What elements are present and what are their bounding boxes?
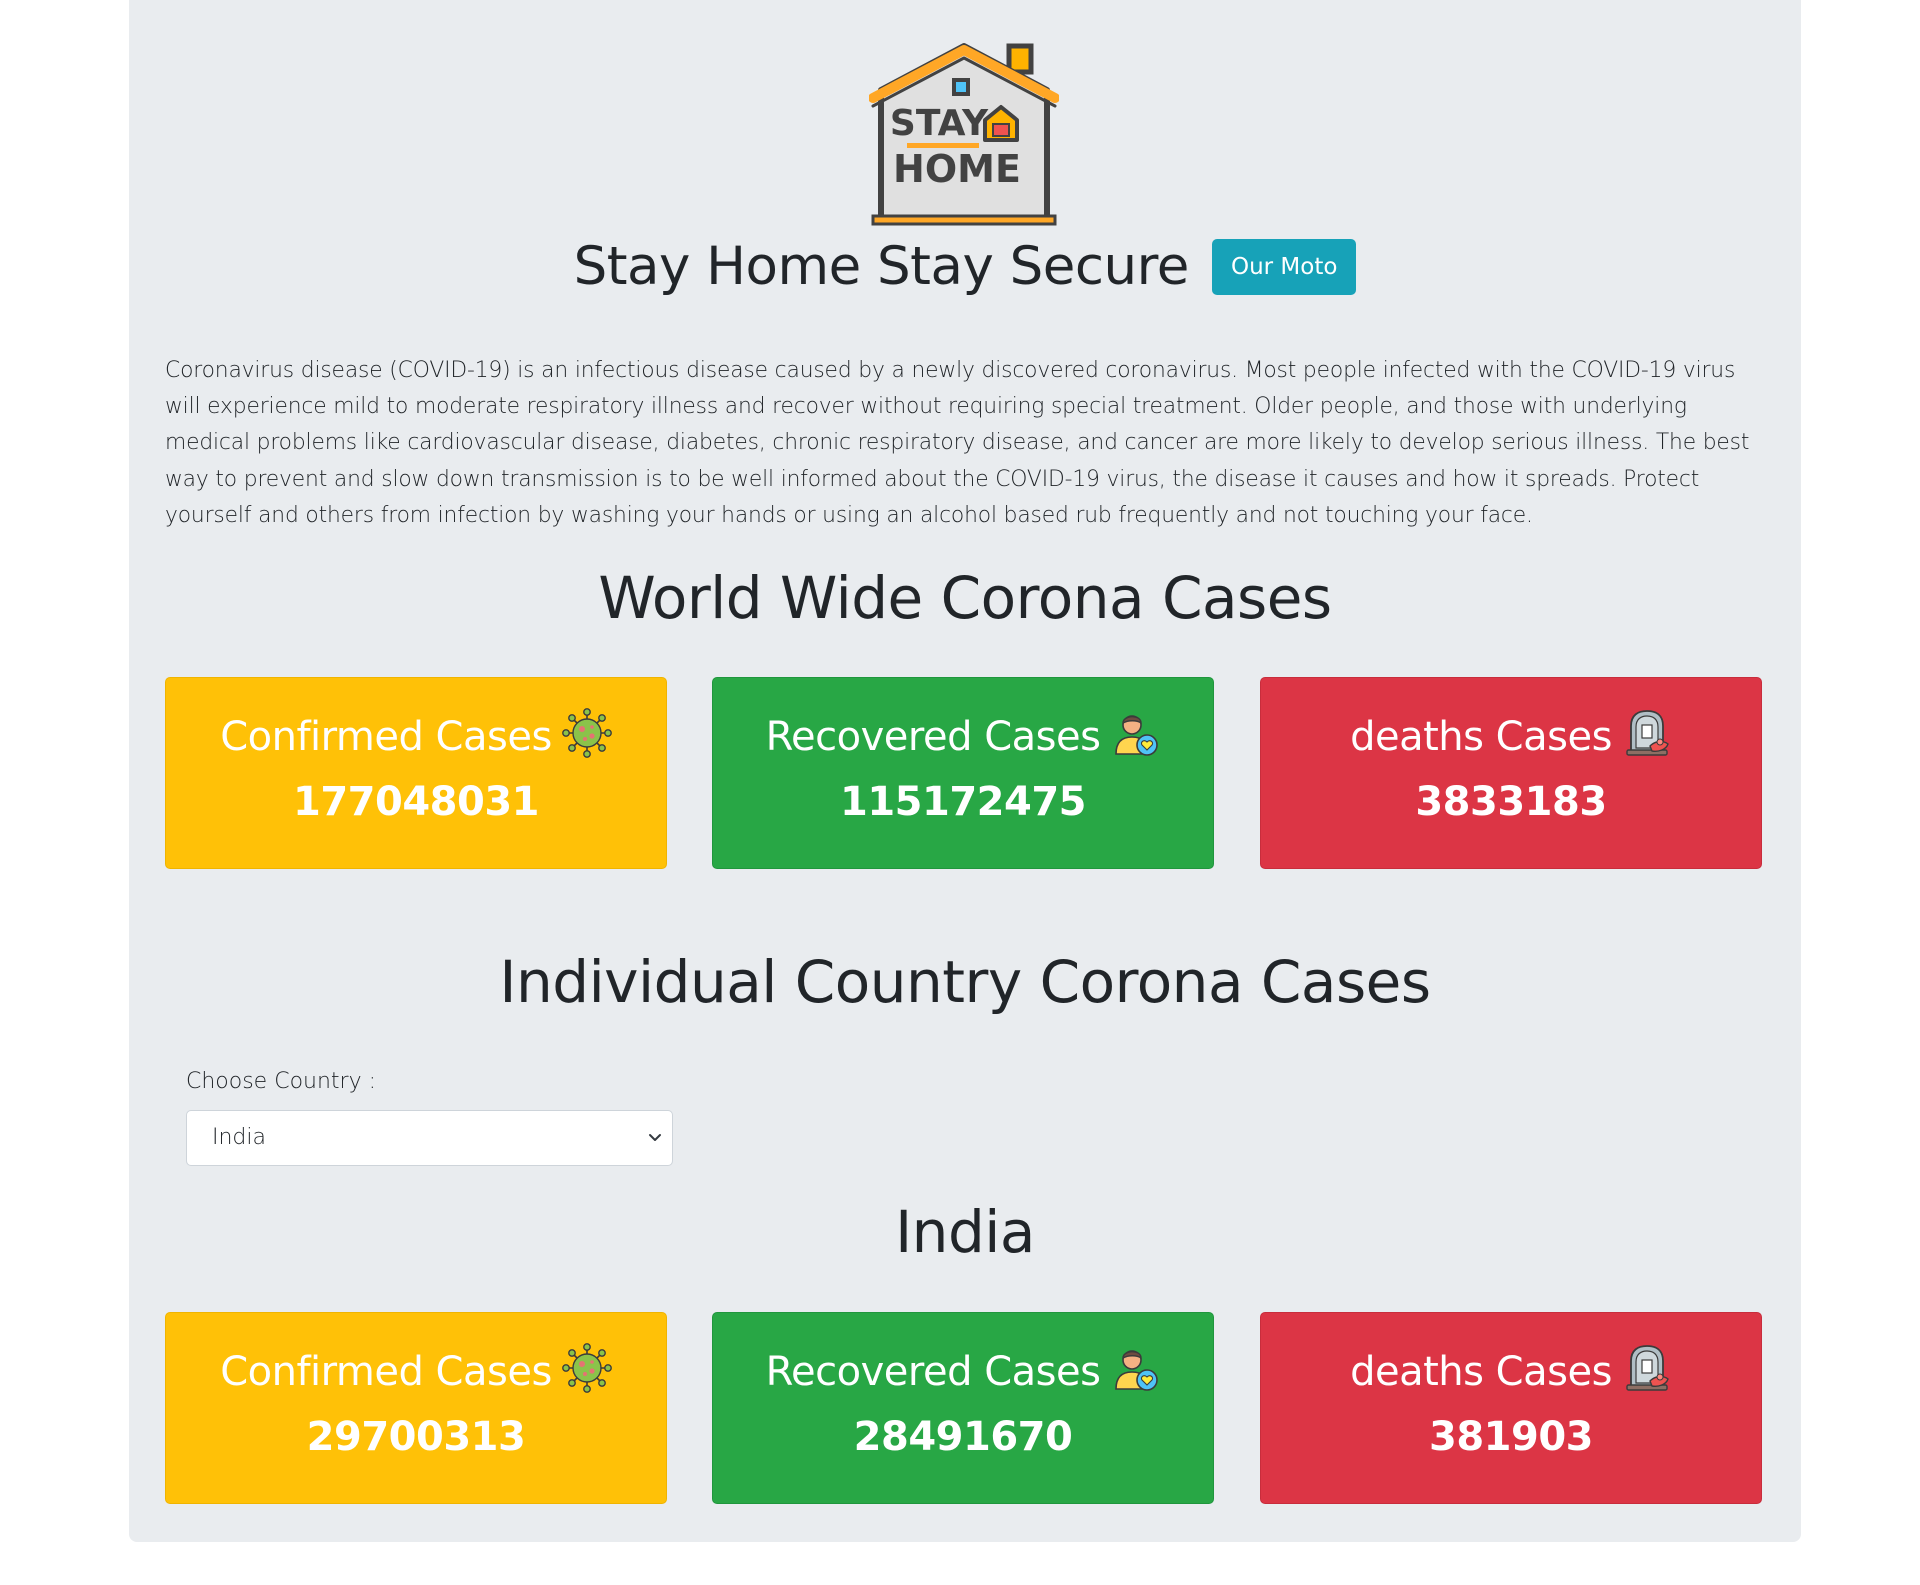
country-recovered-card: Recovered Cases 28491670 [712, 1312, 1214, 1504]
gravestone-icon [1622, 708, 1672, 758]
intro-paragraph: Coronavirus disease (COVID-19) is an inf… [165, 358, 1750, 528]
card-value: 28491670 [853, 1414, 1073, 1460]
card-label-row: deaths Cases [1261, 708, 1761, 763]
card-label-row: Confirmed Cases [166, 1343, 666, 1398]
world-heading: World Wide Corona Cases [598, 564, 1332, 632]
jumbotron: STAY HOME Stay Home Stay Secure Our Moto… [129, 0, 1801, 1542]
world-confirmed-card: Confirmed Cases 177048031 [165, 677, 667, 869]
card-value: 29700313 [306, 1414, 526, 1460]
card-label: Recovered Cases [765, 714, 1101, 760]
page-title: Stay Home Stay Secure [573, 236, 1190, 297]
card-label-row: Recovered Cases [713, 708, 1213, 763]
svg-text:STAY: STAY [890, 103, 989, 144]
choose-country-label: Choose Country : [186, 1069, 377, 1094]
chevron-down-icon [649, 1134, 661, 1141]
card-label: Confirmed Cases [220, 1349, 552, 1395]
world-deaths-card: deaths Cases 3833183 [1260, 677, 1762, 869]
stay-home-logo: STAY HOME [869, 43, 1059, 226]
card-value: 3833183 [1415, 779, 1607, 825]
title-row: Stay Home Stay Secure Our Moto [129, 232, 1801, 302]
world-recovered-card: Recovered Cases 115172475 [712, 677, 1214, 869]
selected-country-heading: India [895, 1198, 1035, 1266]
country-heading: Individual Country Corona Cases [499, 948, 1431, 1016]
card-value: 115172475 [840, 779, 1087, 825]
card-label-row: Recovered Cases [713, 1343, 1213, 1398]
card-label: deaths Cases [1350, 1349, 1612, 1395]
country-confirmed-card: Confirmed Cases 29700313 [165, 1312, 667, 1504]
card-label: Confirmed Cases [220, 714, 552, 760]
country-select[interactable]: India [186, 1110, 673, 1166]
country-deaths-card: deaths Cases 381903 [1260, 1312, 1762, 1504]
card-label: Recovered Cases [765, 1349, 1101, 1395]
svg-text:HOME: HOME [893, 147, 1021, 191]
card-label-row: deaths Cases [1261, 1343, 1761, 1398]
our-moto-button[interactable]: Our Moto [1211, 239, 1357, 295]
country-select-value: India [212, 1125, 266, 1150]
card-label-row: Confirmed Cases [166, 708, 666, 763]
recovered-person-icon [1110, 708, 1160, 758]
card-label: deaths Cases [1350, 714, 1612, 760]
recovered-person-icon [1110, 1343, 1160, 1393]
virus-icon [562, 708, 612, 758]
gravestone-icon [1622, 1343, 1672, 1393]
virus-icon [562, 1343, 612, 1393]
card-value: 177048031 [293, 779, 540, 825]
card-value: 381903 [1429, 1414, 1594, 1460]
